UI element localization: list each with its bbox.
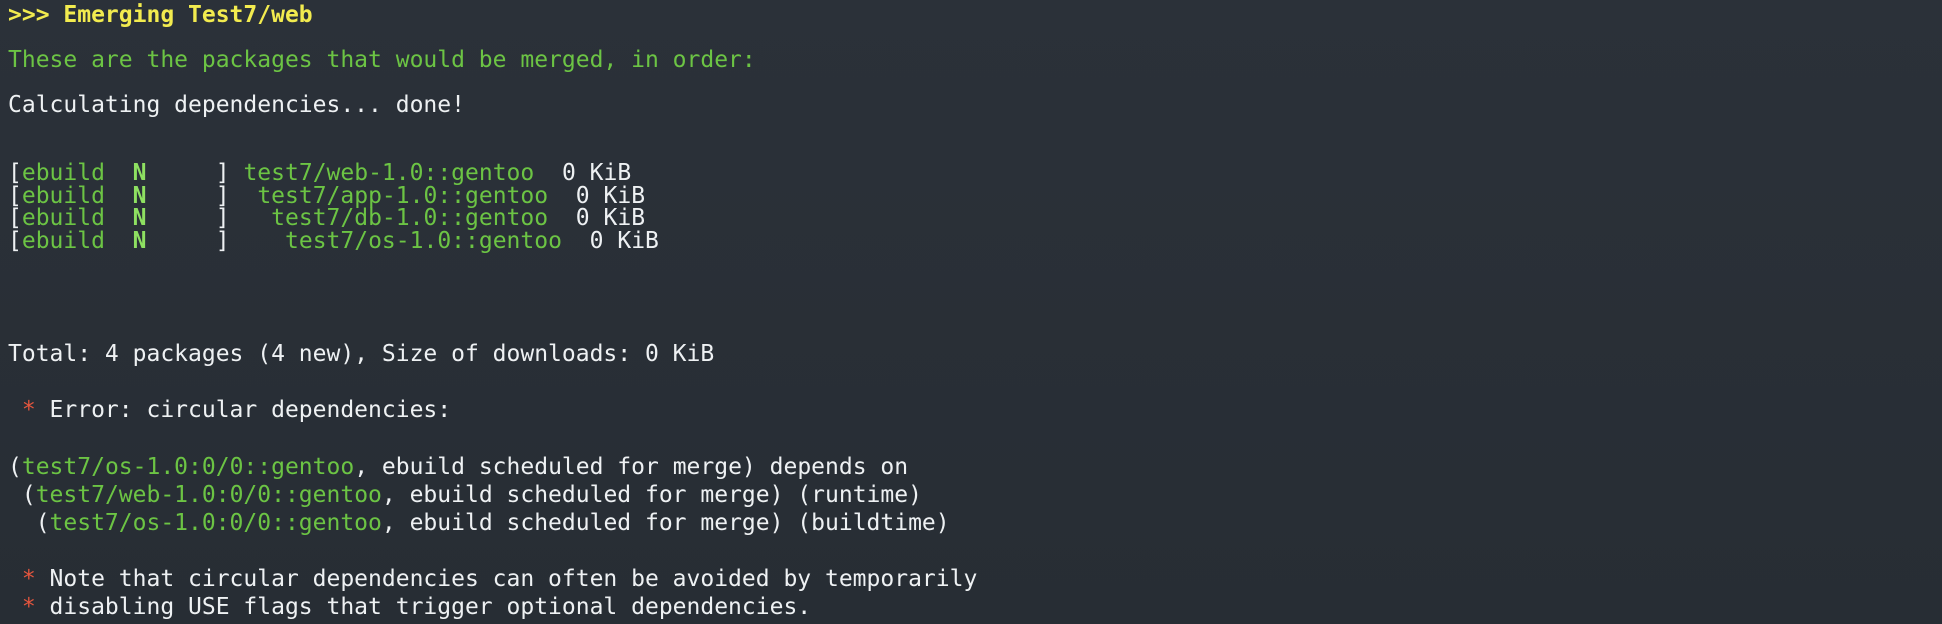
cycle-atom: test7/os-1.0:0/0::gentoo <box>21 454 355 480</box>
error-star-icon: * <box>8 397 50 423</box>
note-star-icon: * <box>8 594 50 620</box>
prompt-marker: >>> <box>8 2 64 28</box>
note-text: disabling USE flags that trigger optiona… <box>49 594 812 620</box>
note-text: Note that circular dependencies can ofte… <box>49 566 978 592</box>
cycle-suffix: , ebuild scheduled for merge) (runtime) <box>381 482 922 508</box>
cycle-atom: test7/web-1.0:0/0::gentoo <box>35 482 382 508</box>
package-atom: test7/os-1.0::gentoo <box>285 228 562 254</box>
cycle-atom: test7/os-1.0:0/0::gentoo <box>49 510 382 536</box>
error-line: * Error: circular dependencies: <box>8 396 451 424</box>
bracket-open: [ <box>8 228 22 254</box>
package-indent <box>243 228 285 254</box>
package-type: ebuild <box>21 228 105 254</box>
cycle-prefix: ( <box>8 454 22 480</box>
emerge-title: Emerging Test7/web <box>63 2 313 28</box>
merge-notice: These are the packages that would be mer… <box>8 47 756 73</box>
note-star-icon: * <box>8 566 50 592</box>
cycle-line: (test7/web-1.0:0/0::gentoo, ebuild sched… <box>8 481 922 509</box>
cycle-prefix: ( <box>8 482 36 508</box>
total-summary: Total: 4 packages (4 new), Size of downl… <box>8 341 715 367</box>
package-flag: N <box>132 228 147 254</box>
cycle-line: (test7/os-1.0:0/0::gentoo, ebuild schedu… <box>8 453 908 481</box>
note-line: * disabling USE flags that trigger optio… <box>8 593 811 621</box>
cycle-prefix: ( <box>8 510 50 536</box>
calculating-status: Calculating dependencies... done! <box>8 92 465 118</box>
error-message: Error: circular dependencies: <box>49 397 452 423</box>
package-size: 0 KiB <box>561 228 659 254</box>
note-line: * Note that circular dependencies can of… <box>8 565 977 593</box>
cycle-suffix: , ebuild scheduled for merge) depends on <box>354 454 909 480</box>
package-row: [ebuild N ] test7/os-1.0::gentoo 0 KiB <box>8 227 659 255</box>
terminal-window[interactable]: >>> Emerging Test7/web These are the pac… <box>0 0 1942 624</box>
cycle-suffix: , ebuild scheduled for merge) (buildtime… <box>381 510 950 536</box>
cycle-line: (test7/os-1.0:0/0::gentoo, ebuild schedu… <box>8 509 950 537</box>
emerge-header: >>> Emerging Test7/web <box>8 1 313 29</box>
bracket-close: ] <box>146 228 244 254</box>
